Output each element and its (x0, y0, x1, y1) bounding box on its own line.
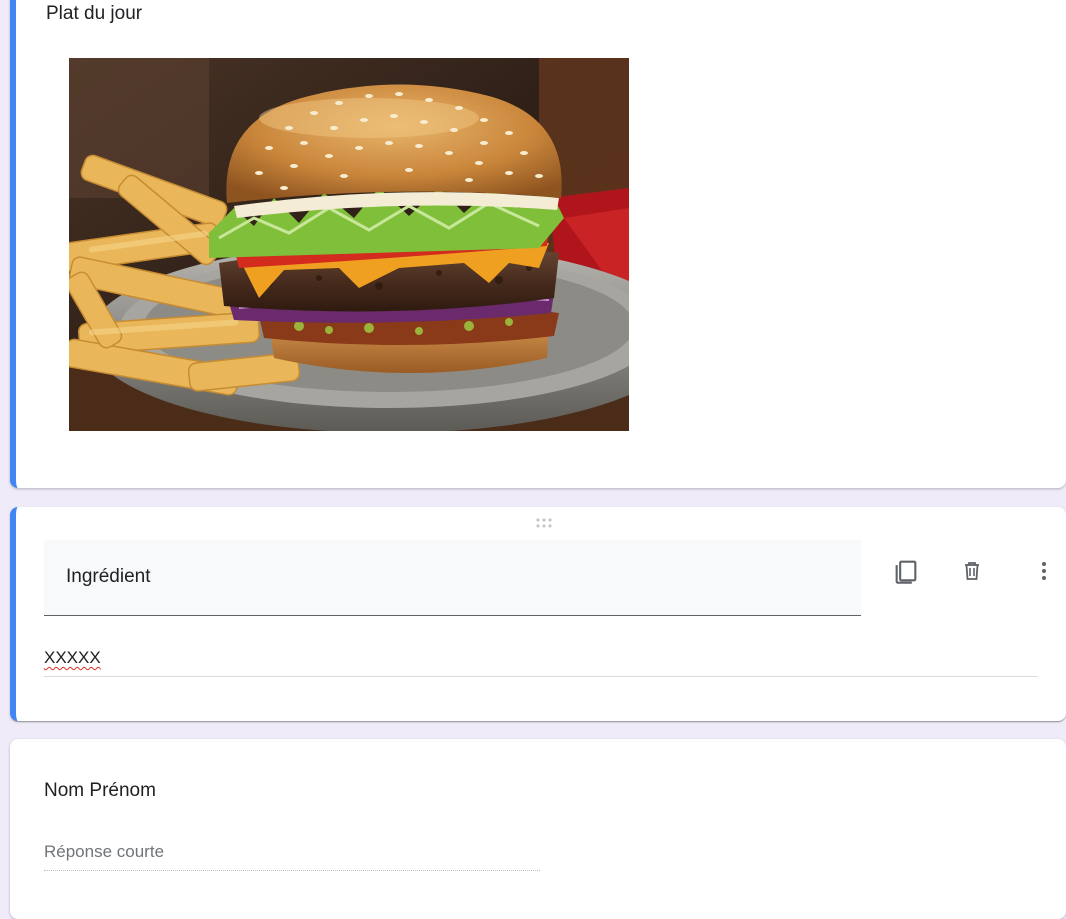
delete-button[interactable] (956, 555, 988, 587)
answer-value[interactable]: XXXXX (44, 647, 101, 669)
image-item-card[interactable]: Plat du jour (10, 0, 1066, 488)
answer-field[interactable]: XXXXX (44, 643, 1038, 677)
question-title-field[interactable]: Ingrédient (44, 540, 861, 616)
drag-handle-icon[interactable] (532, 517, 556, 529)
question-title-input[interactable]: Ingrédient (66, 565, 826, 589)
duplicate-button[interactable] (890, 555, 922, 587)
question-title: Nom Prénom (44, 780, 156, 801)
more-vert-icon (1042, 562, 1046, 580)
burger-with-fries-image[interactable] (69, 58, 629, 431)
short-answer-field: Réponse courte (44, 839, 540, 871)
question-card-nom-prenom[interactable]: Nom Prénom Réponse courte (10, 739, 1066, 919)
copy-icon (895, 560, 917, 584)
more-options-button[interactable] (1028, 555, 1060, 587)
image-item-title: Plat du jour (46, 3, 143, 24)
short-answer-placeholder: Réponse courte (44, 842, 165, 861)
trash-icon (965, 562, 979, 580)
active-question-card[interactable]: Ingrédient XXXXX (10, 507, 1066, 721)
